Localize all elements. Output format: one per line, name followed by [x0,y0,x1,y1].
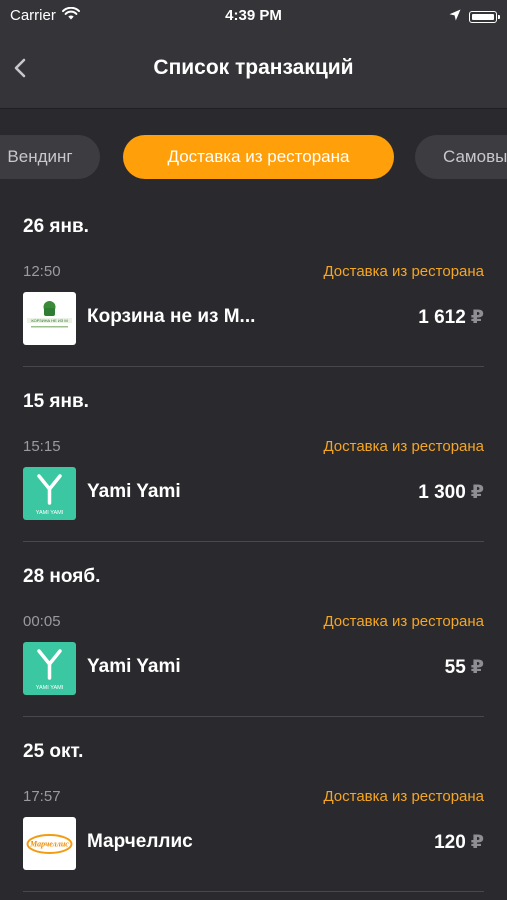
currency-symbol: ₽ [470,657,484,678]
merchant-logo-korzina: КОРЗИНА НЕ ИЗ М [23,292,76,345]
transaction-category: Доставка из ресторана [323,438,484,455]
transaction-group: 15 янв. 15:15 Доставка из ресторана YAMI… [0,375,507,550]
transaction-group: 28 нояб. 00:05 Доставка из ресторана YAM… [0,550,507,725]
merchant-logo-yami-yami: YAMI YAMI [23,467,76,520]
location-arrow-icon [449,8,461,26]
transaction-group: 26 янв. 12:50 Доставка из ресторана КОРЗ… [0,200,507,375]
category-filter-bar[interactable]: Вендинг Доставка из ресторана Самовывоз [0,135,507,181]
transaction-amount: 120 ₽ [434,831,484,854]
transaction-row[interactable]: YAMI YAMI Yami Yami 1 300 ₽ [0,467,507,523]
divider [23,541,484,542]
filter-chip-restaurant-delivery[interactable]: Доставка из ресторана [123,135,394,179]
merchant-name: Марчеллис [87,831,193,852]
status-bar: Carrier 4:39 PM [0,0,507,32]
currency-symbol: ₽ [470,307,484,328]
page-title: Список транзакций [153,56,354,79]
amount-value: 1 612 [418,307,466,328]
divider [23,366,484,367]
transaction-list: 26 янв. 12:50 Доставка из ресторана КОРЗ… [0,200,507,900]
transaction-time: 00:05 [23,613,61,630]
divider [23,716,484,717]
divider [23,891,484,892]
logo-text: YAMI YAMI [36,510,64,516]
transaction-category: Доставка из ресторана [323,613,484,630]
transaction-group: 25 окт. 17:57 Доставка из ресторана Марч… [0,725,507,900]
logo-text: КОРЗИНА НЕ ИЗ М [31,318,67,323]
transaction-time: 17:57 [23,788,61,805]
transaction-date: 26 янв. [23,216,89,237]
navigation-bar: Список транзакций [0,32,507,109]
transaction-row[interactable]: Марчеллис Марчеллис 120 ₽ [0,817,507,873]
filter-chip-vending[interactable]: Вендинг [0,135,100,179]
transaction-category: Доставка из ресторана [323,263,484,280]
transaction-amount: 1 300 ₽ [418,481,484,504]
amount-value: 1 300 [418,482,466,503]
amount-value: 55 [444,657,466,678]
transaction-time: 12:50 [23,263,61,280]
transaction-amount: 55 ₽ [445,656,484,679]
status-right [449,8,500,26]
transaction-date: 28 нояб. [23,566,101,587]
transaction-row[interactable]: КОРЗИНА НЕ ИЗ М Корзина не из М... 1 612… [0,292,507,348]
currency-symbol: ₽ [470,482,484,503]
merchant-logo-marchellis: Марчеллис [23,817,76,870]
transaction-date: 15 янв. [23,391,89,412]
transaction-row[interactable]: YAMI YAMI Yami Yami 55 ₽ [0,642,507,698]
battery-icon [469,11,500,23]
merchant-name: Yami Yami [87,481,181,502]
transaction-category: Доставка из ресторана [323,788,484,805]
logo-text: Марчеллис [29,840,69,849]
merchant-name: Корзина не из М... [87,306,256,327]
merchant-name: Yami Yami [87,656,181,677]
logo-text: YAMI YAMI [36,685,64,691]
currency-symbol: ₽ [470,832,484,853]
transaction-date: 25 окт. [23,741,84,762]
transaction-time: 15:15 [23,438,61,455]
merchant-logo-yami-yami: YAMI YAMI [23,642,76,695]
filter-chip-pickup[interactable]: Самовывоз [415,135,507,179]
status-time: 4:39 PM [225,7,282,24]
transaction-amount: 1 612 ₽ [418,306,484,329]
amount-value: 120 [434,832,466,853]
